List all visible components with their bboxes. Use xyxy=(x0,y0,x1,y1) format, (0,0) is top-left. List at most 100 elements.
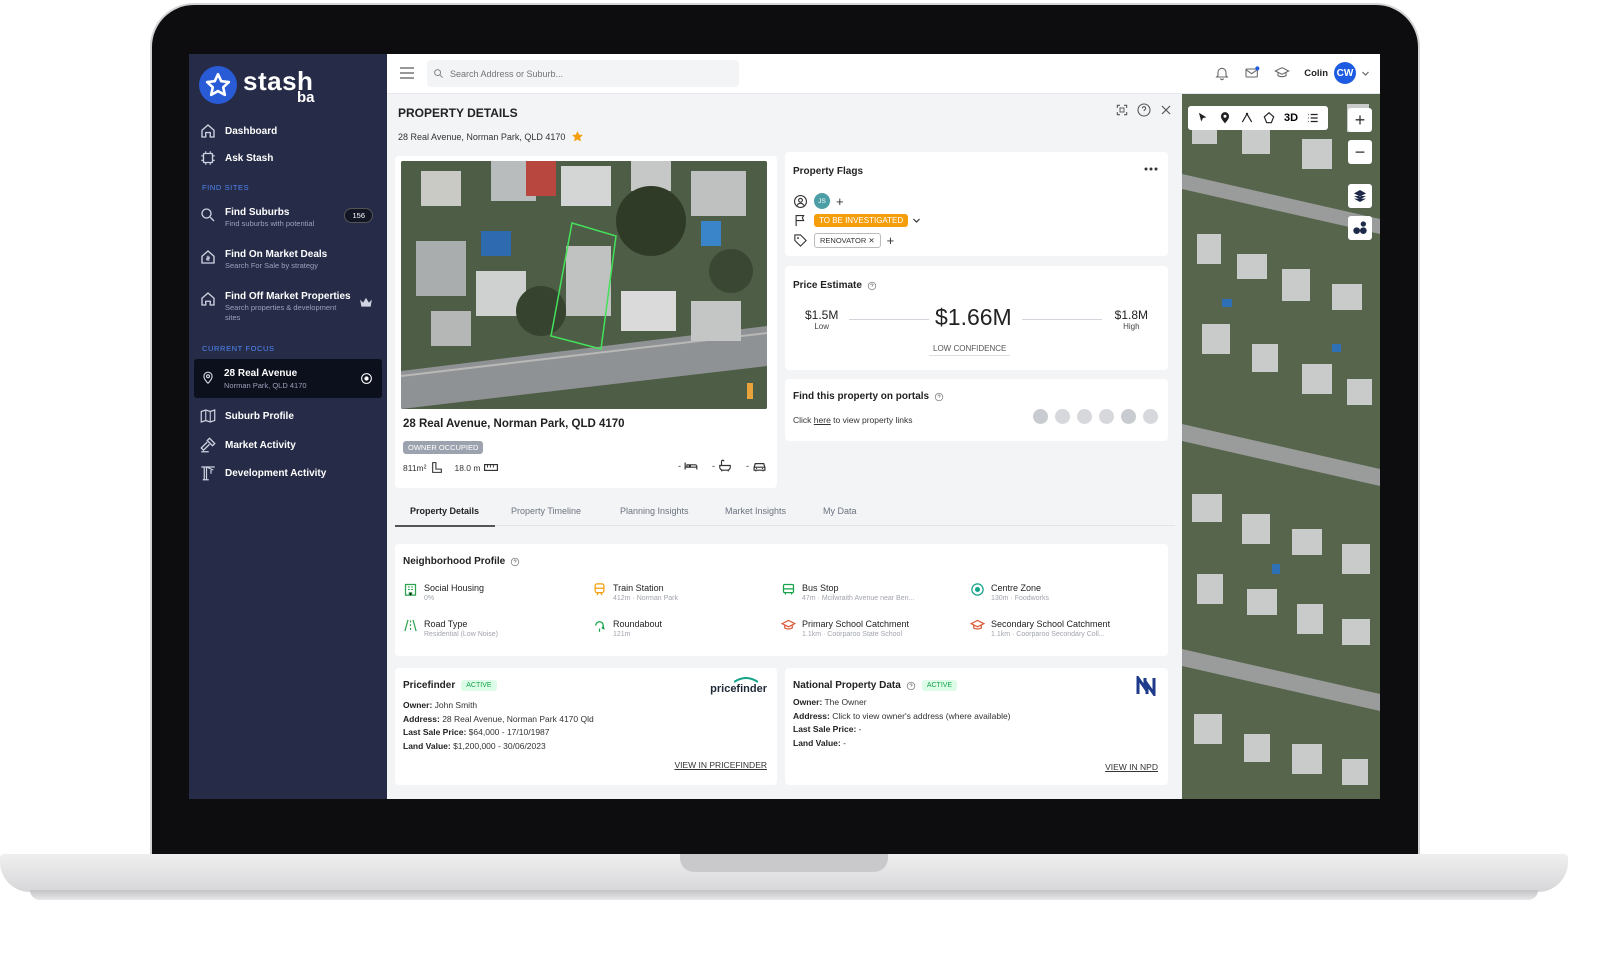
portal-3-icon[interactable] xyxy=(1077,409,1092,424)
kv-label: Land Value: xyxy=(793,737,841,748)
user-name[interactable]: Colin xyxy=(1304,68,1328,79)
portal-6-icon[interactable] xyxy=(1143,409,1158,424)
map-style-button[interactable] xyxy=(1348,216,1372,240)
renovator-tag[interactable]: RENOVATOR ✕ xyxy=(814,233,881,248)
portal-icons xyxy=(1026,409,1158,424)
kv-value: - xyxy=(840,737,846,748)
sidebar: stash ba Dashboard Ask Stash FIND SITES … xyxy=(189,54,387,799)
npd-status-badge: ACTIVE xyxy=(921,680,958,691)
map-icon xyxy=(200,409,216,423)
property-address: 28 Real Avenue, Norman Park, QLD 4170 xyxy=(403,418,625,430)
view-in-pricefinder-link[interactable]: VIEW IN PRICEFINDER xyxy=(674,760,767,770)
star-favourite-icon[interactable] xyxy=(571,130,584,143)
expand-icon[interactable] xyxy=(1114,102,1130,118)
sidebar-item-label: Find Suburbs xyxy=(225,207,290,218)
close-icon[interactable] xyxy=(1158,102,1174,118)
frontage: 18.0 m xyxy=(454,462,481,473)
sidebar-item-sub: Find suburbs with potential xyxy=(225,219,315,228)
chevron-down-icon[interactable] xyxy=(1361,69,1370,78)
tab-market-insights[interactable]: Market Insights xyxy=(725,506,786,516)
property-satellite-image[interactable] xyxy=(401,161,767,409)
current-focus-item[interactable]: 28 Real Avenue Norman Park, QLD 4170 xyxy=(194,359,382,398)
list-icon[interactable] xyxy=(1306,111,1320,125)
kv-label: Owner: xyxy=(793,697,823,707)
status-flag-badge[interactable]: TO BE INVESTIGATED xyxy=(814,214,909,227)
chevron-down-icon[interactable] xyxy=(912,216,921,225)
pricefinder-status-badge: ACTIVE xyxy=(461,680,497,691)
help-icon[interactable] xyxy=(906,681,916,691)
tab-property-details[interactable]: Property Details xyxy=(410,506,479,516)
sidebar-item-suburb-profile[interactable]: Suburb Profile xyxy=(199,407,379,425)
portal-5-icon[interactable] xyxy=(1121,409,1136,424)
bell-icon[interactable] xyxy=(1214,65,1230,81)
more-options-icon[interactable] xyxy=(1144,166,1158,172)
search-icon xyxy=(434,69,443,78)
help-icon[interactable] xyxy=(934,392,944,402)
search-bar[interactable] xyxy=(427,60,739,87)
portals-here-link[interactable]: here xyxy=(814,415,831,425)
social-housing-icon xyxy=(404,583,417,596)
sidebar-item-development-activity[interactable]: Development Activity xyxy=(199,464,379,482)
baths-count: - xyxy=(712,460,715,471)
target-icon[interactable] xyxy=(360,372,373,385)
flag-users-row: JS + xyxy=(793,193,844,209)
kv-value: $1,200,000 - 30/06/2023 xyxy=(450,740,546,751)
chip-icon xyxy=(201,151,215,165)
zoom-in-button[interactable]: + xyxy=(1348,108,1372,132)
search-input[interactable] xyxy=(450,68,730,79)
layers-button[interactable] xyxy=(1348,184,1372,208)
sidebar-item-dashboard[interactable]: Dashboard xyxy=(199,122,379,140)
help-icon[interactable] xyxy=(1136,102,1152,118)
pricefinder-land-value: Land Value: $1,200,000 - 30/06/2023 xyxy=(403,740,594,754)
focus-label: 28 Real Avenue xyxy=(224,368,298,379)
mail-icon[interactable] xyxy=(1244,65,1260,81)
neighborhood-item-centre-zone: Centre Zone 130m · Foodworks xyxy=(970,582,1131,604)
polygon-draw-icon[interactable] xyxy=(1262,111,1276,125)
zoom-out-button[interactable]: − xyxy=(1348,140,1372,164)
pricefinder-last-sale: Last Sale Price: $64,000 - 17/10/1987 xyxy=(403,726,594,740)
measure-line-icon[interactable] xyxy=(1240,111,1254,125)
kv-value: John Smith xyxy=(432,700,478,710)
3d-toggle-button[interactable]: 3D xyxy=(1284,112,1298,124)
satellite-map[interactable]: 3D + − xyxy=(1182,94,1380,799)
npd-details: Owner: The Owner Address: Click to view … xyxy=(793,696,1011,750)
sidebar-item-off-market[interactable]: Find Off Market Properties Search proper… xyxy=(199,290,379,323)
page-title: PROPERTY DETAILS xyxy=(398,106,518,120)
help-icon[interactable] xyxy=(867,281,877,291)
assigned-user-avatar[interactable]: JS xyxy=(814,193,830,209)
app-logo[interactable]: stash ba xyxy=(199,66,379,108)
price-range-line-left xyxy=(849,319,929,320)
bed-icon xyxy=(684,462,698,469)
graduation-cap-icon[interactable] xyxy=(1274,65,1291,81)
sidebar-item-market-activity[interactable]: Market Activity xyxy=(199,436,379,454)
avatar[interactable]: CW xyxy=(1334,62,1356,84)
tab-property-timeline[interactable]: Property Timeline xyxy=(511,506,581,516)
npd-last-sale: Last Sale Price: - xyxy=(793,723,1011,737)
hamburger-menu-icon[interactable] xyxy=(400,67,414,79)
tab-planning-insights[interactable]: Planning Insights xyxy=(620,506,689,516)
sidebar-item-label: Dashboard xyxy=(225,126,278,137)
sidebar-item-ask-stash[interactable]: Ask Stash xyxy=(199,149,379,167)
view-in-npd-link[interactable]: VIEW IN NPD xyxy=(1105,762,1158,772)
school-icon xyxy=(970,619,985,630)
sidebar-item-on-market[interactable]: Find On Market Deals Search For Sale by … xyxy=(199,248,379,271)
add-tag-button[interactable]: + xyxy=(887,233,895,248)
car-icon xyxy=(753,462,766,471)
nh-sub: Residential (Low Noise) xyxy=(424,631,498,638)
room-counts: - - - xyxy=(678,459,767,472)
pointer-icon[interactable] xyxy=(1196,111,1210,125)
add-user-button[interactable]: + xyxy=(836,194,844,209)
portal-4-icon[interactable] xyxy=(1099,409,1114,424)
price-range-line-right xyxy=(1022,319,1102,320)
sidebar-item-label: Find On Market Deals xyxy=(225,249,328,260)
focus-sub: Norman Park, QLD 4170 xyxy=(224,381,307,390)
nh-label: Secondary School Catchment xyxy=(991,619,1111,629)
sidebar-item-find-suburbs[interactable]: Find Suburbs Find suburbs with potential… xyxy=(199,206,379,229)
portal-1-icon[interactable] xyxy=(1033,409,1048,424)
portal-2-icon[interactable] xyxy=(1055,409,1070,424)
help-icon[interactable] xyxy=(510,557,520,567)
satellite-image-drawing xyxy=(401,161,767,409)
tab-my-data[interactable]: My Data xyxy=(823,506,857,516)
location-pin-icon[interactable] xyxy=(1218,111,1232,125)
confidence-label: LOW CONFIDENCE xyxy=(929,342,1011,356)
